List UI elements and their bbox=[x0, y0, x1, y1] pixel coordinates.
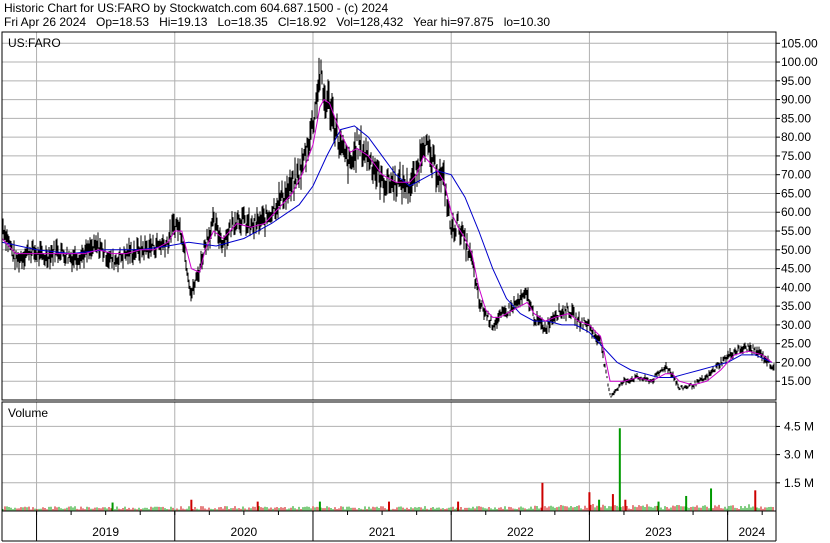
price-tick-label: 20.00 bbox=[781, 355, 811, 369]
volume-tick-label: 3.0 M bbox=[784, 448, 814, 462]
price-tick-label: 95.00 bbox=[781, 74, 811, 88]
year-label: 2019 bbox=[92, 525, 119, 539]
price-axis-ticks: 105.00 100.00 95.00 90.00 85.00 80.00 75.00 70.… bbox=[776, 36, 818, 388]
price-tick-label: 45.00 bbox=[781, 262, 811, 276]
volume-tick-label: 1.5 M bbox=[784, 476, 814, 490]
price-tick-label: 90.00 bbox=[781, 93, 811, 107]
volume-tick-label: 4.5 M bbox=[784, 419, 814, 433]
year-label: 2020 bbox=[231, 525, 258, 539]
year-label: 2023 bbox=[645, 525, 672, 539]
price-tick-label: 85.00 bbox=[781, 111, 811, 125]
volume-panel-title: Volume bbox=[8, 406, 48, 420]
price-tick-label: 75.00 bbox=[781, 149, 811, 163]
year-label: 2024 bbox=[738, 525, 765, 539]
price-tick-label: 65.00 bbox=[781, 186, 811, 200]
volume-panel-frame bbox=[1, 401, 777, 512]
price-tick-label: 55.00 bbox=[781, 224, 811, 238]
stock-chart: 105.00 100.00 95.00 90.00 85.00 80.00 75.00 70.… bbox=[1, 31, 818, 542]
volume-grid bbox=[2, 402, 776, 511]
price-ohlc-bars bbox=[2, 57, 775, 398]
moving-average-short-line bbox=[1, 98, 773, 386]
year-axis: 2019 2020 2021 2022 2023 2024 bbox=[36, 511, 765, 541]
price-tick-label: 70.00 bbox=[781, 168, 811, 182]
price-tick-label: 100.00 bbox=[781, 55, 818, 69]
price-tick-label: 15.00 bbox=[781, 374, 811, 388]
chart-frames bbox=[1, 31, 777, 542]
price-tick-label: 60.00 bbox=[781, 205, 811, 219]
price-tick-label: 35.00 bbox=[781, 299, 811, 313]
year-label: 2021 bbox=[369, 525, 396, 539]
volume-axis-ticks: 4.5 M 3.0 M 1.5 M bbox=[776, 419, 814, 490]
price-tick-label: 30.00 bbox=[781, 318, 811, 332]
year-label: 2022 bbox=[507, 525, 534, 539]
price-tick-label: 50.00 bbox=[781, 243, 811, 257]
price-panel-title: US:FARO bbox=[8, 36, 61, 50]
price-tick-label: 80.00 bbox=[781, 130, 811, 144]
price-tick-label: 25.00 bbox=[781, 337, 811, 351]
moving-average-long-line bbox=[1, 125, 773, 378]
volume-bars bbox=[2, 428, 774, 511]
price-panel-frame bbox=[1, 31, 777, 401]
price-tick-label: 105.00 bbox=[781, 36, 818, 50]
price-grid bbox=[2, 32, 776, 400]
price-tick-label: 40.00 bbox=[781, 280, 811, 294]
